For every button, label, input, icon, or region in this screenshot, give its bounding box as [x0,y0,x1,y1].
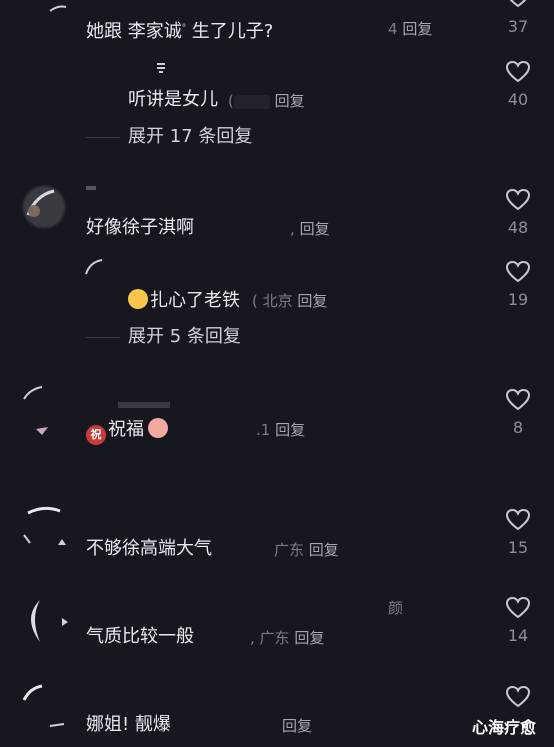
reply-text: 扎心了老铁 [128,289,240,312]
comment-text: 她跟 李家诚ᐤ 生了儿子? [86,21,274,42]
comment-meta: , 回复 [290,220,330,238]
comment-text: 祝祝福 [86,418,170,445]
username-fragment [86,186,96,190]
avatar[interactable] [155,60,167,76]
heart-outline-icon[interactable] [498,505,538,535]
expand-replies-button[interactable]: 展开 5 条回复 [128,326,241,348]
like-count: 19 [507,290,529,309]
peach-emoji-icon [148,418,168,438]
heart-outline-icon[interactable] [498,682,538,712]
watermark: 心海疗愈 [472,718,537,737]
comment-screen: 她跟 李家诚ᐤ 生了儿子? 4 回复 37 听讲是女儿 ( 回复 40 展开 1… [0,0,554,747]
expand-replies-button[interactable]: 展开 17 条回复 [128,126,252,148]
heart-outline-icon[interactable] [498,385,538,415]
reply-meta: ( 北京 回复 [252,292,328,310]
heart-outline-icon[interactable] [498,57,538,87]
avatar[interactable] [48,0,68,12]
heart-outline-icon[interactable] [498,593,538,623]
reply-button[interactable]: 回复 [297,292,327,310]
like-count: 48 [507,218,529,237]
comment-header: 颜 [388,599,404,617]
like-count: 40 [507,90,529,109]
expand-divider [86,137,120,138]
avatar[interactable] [20,682,68,732]
comment-meta: .1 回复 [256,421,306,439]
zhu-emoji-icon: 祝 [86,425,106,445]
reply-button[interactable]: 回复 [402,20,432,38]
comment-meta: 广东 回复 [274,541,339,559]
like-count: 15 [507,538,529,557]
heart-outline-icon[interactable] [498,185,538,215]
like-count: 37 [507,17,529,36]
mention-link[interactable]: 李家诚 [128,21,182,42]
heart-outline-icon[interactable] [498,0,538,12]
crying-emoji-icon [128,289,148,309]
reply-button[interactable]: 回复 [275,92,305,110]
reply-meta: ( 回复 [228,92,305,110]
comment-text: 好像徐子淇啊 [86,217,194,238]
avatar[interactable] [84,258,104,278]
username-fragment [118,402,170,408]
avatar[interactable] [20,596,70,646]
reply-text: 听讲是女儿 [128,89,218,110]
reply-button[interactable]: 回复 [275,421,305,439]
avatar[interactable] [22,385,52,437]
reply-button[interactable]: 回复 [282,717,312,735]
comment-text: 气质比较一般 [86,626,194,647]
comment-meta: , 广东 回复 [250,629,325,647]
avatar[interactable] [22,505,68,549]
comment-text: 不够徐高端大气 [86,538,212,559]
reply-button[interactable]: 回复 [300,220,330,238]
reply-button[interactable]: 回复 [309,541,339,559]
heart-outline-icon[interactable] [498,257,538,287]
like-count: 8 [512,418,524,437]
expand-divider [86,337,120,338]
comment-meta: 4 回复 [388,20,433,38]
like-count: 14 [507,626,529,645]
comment-text: 娜姐! 靓爆 [86,714,171,735]
reply-button[interactable]: 回复 [294,629,324,647]
avatar[interactable] [22,185,66,229]
comment-meta: 回复 [282,716,312,736]
